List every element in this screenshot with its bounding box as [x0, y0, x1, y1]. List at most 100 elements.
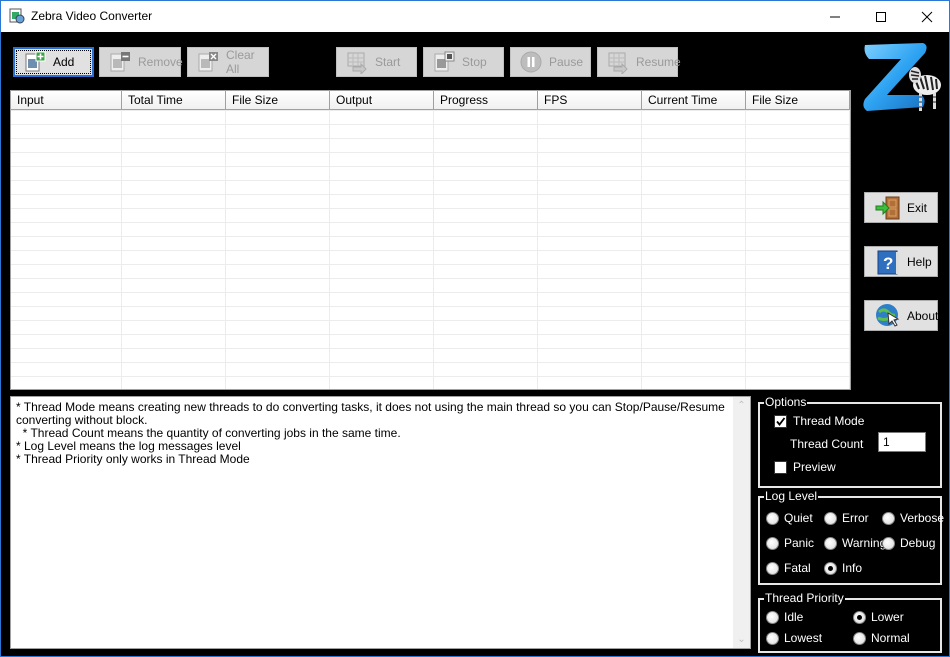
exit-door-icon: [875, 195, 901, 221]
log-level-error-radio[interactable]: Error: [824, 511, 869, 525]
log-level-quiet-radio[interactable]: Quiet: [766, 511, 813, 525]
maximize-button[interactable]: [858, 1, 904, 32]
column-divider: [225, 110, 226, 389]
options-group: Options Thread Mode Thread Count 1 Previ…: [758, 395, 942, 488]
about-globe-icon: [875, 303, 901, 329]
log-level-fatal-radio[interactable]: Fatal: [766, 561, 811, 575]
column-divider: [641, 110, 642, 389]
minimize-button[interactable]: [812, 1, 858, 32]
svg-text:?: ?: [883, 254, 893, 273]
radio-icon: [882, 536, 895, 550]
radio-icon: [766, 631, 779, 645]
radio-label: Error: [842, 511, 869, 525]
stop-button[interactable]: Stop: [423, 47, 504, 77]
log-text: * Thread Mode means creating new threads…: [16, 400, 725, 466]
log-scrollbar[interactable]: ⌃ ⌄: [733, 397, 750, 648]
radio-label: Warning: [842, 536, 887, 550]
clear-all-icon: [196, 50, 220, 74]
maximize-icon: [876, 11, 886, 22]
exit-label: Exit: [907, 200, 928, 215]
column-divider: [121, 110, 122, 389]
about-button[interactable]: About: [864, 300, 938, 331]
table-body[interactable]: [11, 110, 850, 389]
column-header-fps[interactable]: FPS: [538, 91, 642, 110]
pause-icon: [519, 50, 543, 74]
log-level-legend: Log Level: [764, 489, 819, 503]
column-divider: [849, 110, 850, 389]
thread-count-input[interactable]: 1: [878, 432, 926, 452]
priority-lower-radio[interactable]: Lower: [853, 610, 904, 624]
pause-label: Pause: [549, 55, 584, 69]
column-header-progress[interactable]: Progress: [434, 91, 538, 110]
conversion-table[interactable]: Input Total Time File Size Output Progre…: [10, 90, 851, 390]
radio-icon: [824, 511, 837, 525]
clear-all-button[interactable]: Clear All: [187, 47, 269, 77]
clear-all-label: Clear All: [226, 48, 255, 76]
priority-lowest-radio[interactable]: Lowest: [766, 631, 822, 645]
thread-mode-checkbox[interactable]: Thread Mode: [774, 414, 864, 428]
column-header-file-size[interactable]: File Size: [226, 91, 330, 110]
add-file-icon: [23, 50, 47, 74]
preview-label: Preview: [793, 460, 836, 474]
remove-file-icon: [108, 50, 132, 74]
preview-checkbox[interactable]: Preview: [774, 460, 836, 474]
table-header: Input Total Time File Size Output Progre…: [11, 91, 850, 110]
column-divider: [433, 110, 434, 389]
radio-selected-icon: [853, 610, 866, 624]
app-window: Zebra Video Converter Add Remove Clear A…: [0, 0, 950, 657]
column-header-total-time[interactable]: Total Time: [122, 91, 226, 110]
options-legend: Options: [764, 395, 808, 409]
thread-priority-legend: Thread Priority: [764, 591, 845, 605]
column-divider: [537, 110, 538, 389]
log-level-group: Log Level Quiet Error Verbose Panic Warn…: [758, 489, 944, 585]
help-icon: ?: [875, 249, 901, 275]
radio-selected-icon: [824, 561, 837, 575]
thread-mode-label: Thread Mode: [793, 414, 865, 428]
log-level-verbose-radio[interactable]: Verbose: [882, 511, 944, 525]
radio-label: Lowest: [784, 631, 823, 645]
radio-label: Idle: [784, 610, 804, 624]
exit-button[interactable]: Exit: [864, 192, 938, 223]
radio-label: Normal: [871, 631, 910, 645]
log-level-info-radio[interactable]: Info: [824, 561, 862, 575]
checkbox-unchecked-icon: [774, 460, 787, 474]
add-button[interactable]: Add: [13, 47, 94, 77]
radio-label: Debug: [900, 536, 936, 550]
column-divider: [745, 110, 746, 389]
column-header-output[interactable]: Output: [330, 91, 434, 110]
log-level-panic-radio[interactable]: Panic: [766, 536, 814, 550]
log-textarea[interactable]: * Thread Mode means creating new threads…: [10, 396, 751, 649]
checkbox-checked-icon: [774, 414, 787, 428]
close-button[interactable]: [904, 1, 950, 32]
radio-icon: [766, 511, 779, 525]
stop-label: Stop: [462, 55, 487, 69]
resume-button[interactable]: Resume: [597, 47, 681, 77]
radio-icon: [766, 610, 779, 624]
log-level-debug-radio[interactable]: Debug: [882, 536, 935, 550]
column-header-current-time[interactable]: Current Time: [642, 91, 746, 110]
help-label: Help: [907, 254, 932, 269]
pause-button[interactable]: Pause: [510, 47, 591, 77]
help-button[interactable]: ? Help: [864, 246, 938, 277]
close-icon: [921, 11, 933, 22]
about-label: About: [907, 308, 939, 323]
log-level-warning-radio[interactable]: Warning: [824, 536, 886, 550]
remove-button[interactable]: Remove: [99, 47, 183, 77]
column-header-input[interactable]: Input: [11, 91, 122, 110]
start-label: Start: [375, 55, 401, 69]
scroll-up-icon[interactable]: ⌃: [733, 397, 750, 414]
radio-label: Panic: [784, 536, 815, 550]
title-bar: Zebra Video Converter: [1, 1, 949, 32]
zebra-logo: [857, 37, 945, 117]
start-button[interactable]: Start: [336, 47, 417, 77]
thread-count-label: Thread Count: [790, 437, 864, 451]
radio-icon: [824, 536, 837, 550]
priority-idle-radio[interactable]: Idle: [766, 610, 803, 624]
thread-priority-group: Thread Priority Idle Lower Lowest Normal: [758, 591, 942, 653]
scroll-down-icon[interactable]: ⌄: [733, 631, 750, 648]
minimize-icon: [830, 16, 840, 17]
radio-label: Verbose: [900, 511, 945, 525]
add-label: Add: [53, 55, 75, 69]
column-header-output-file-size[interactable]: File Size: [746, 91, 850, 110]
priority-normal-radio[interactable]: Normal: [853, 631, 910, 645]
